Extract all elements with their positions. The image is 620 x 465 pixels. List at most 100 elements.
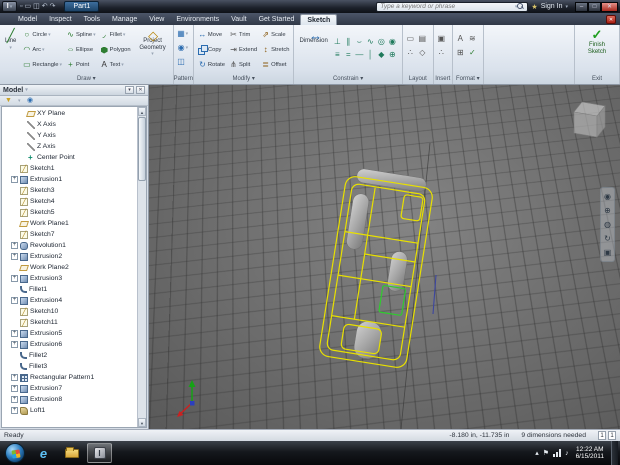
panel-label-modify[interactable]: Modify ▾: [194, 74, 294, 84]
tree-item[interactable]: + Extrusion8: [2, 394, 137, 405]
layout-tool-button[interactable]: ◇: [418, 48, 427, 58]
expand-icon[interactable]: +: [11, 253, 18, 260]
layout-tool-button[interactable]: ▤: [418, 34, 427, 44]
show-desktop-button[interactable]: [611, 441, 618, 465]
search-icon[interactable]: [517, 3, 524, 10]
tree-item[interactable]: + Center Point: [2, 152, 137, 163]
ribbon-tab[interactable]: Tools: [78, 14, 106, 25]
taskbar-inventor-button[interactable]: I: [87, 443, 112, 463]
action-center-icon[interactable]: ⚑: [543, 449, 549, 457]
tree-item[interactable]: + Y Axis: [2, 130, 137, 141]
favorites-icon[interactable]: ★: [531, 3, 537, 11]
maximize-button[interactable]: □: [588, 1, 601, 12]
constraint-button[interactable]: =: [344, 48, 353, 59]
ribbon-tab[interactable]: Inspect: [43, 14, 78, 25]
qat-icon[interactable]: ▫: [20, 1, 22, 12]
constraint-button[interactable]: ⊥: [333, 35, 342, 46]
ribbon-tab[interactable]: Manage: [106, 14, 143, 25]
tree-item[interactable]: + XY Plane: [2, 108, 137, 119]
expand-icon[interactable]: +: [11, 374, 18, 381]
pattern-tool-button[interactable]: ◫: [177, 55, 189, 69]
modify-tool-button[interactable]: ↔ Move: [197, 27, 226, 42]
constraint-button[interactable]: ⌣: [355, 35, 364, 46]
project-geometry-button[interactable]: ◇ Project Geometry ▾: [136, 27, 170, 58]
ribbon-tab[interactable]: Vault: [225, 14, 252, 25]
dimension-button[interactable]: ↔ Dimension: [297, 27, 329, 46]
format-tool-button[interactable]: ✓: [468, 48, 477, 58]
tree-item[interactable]: + Sketch3: [2, 185, 137, 196]
taskbar-clock[interactable]: 12:22 AM 6/15/2011: [573, 446, 607, 461]
qat-icon[interactable]: ↶: [42, 1, 48, 12]
expand-icon[interactable]: +: [11, 407, 18, 414]
expand-icon[interactable]: +: [11, 385, 18, 392]
panel-label-layout[interactable]: Layout: [403, 74, 433, 84]
taskbar-ie-button[interactable]: e: [31, 443, 56, 463]
ribbon-tab[interactable]: Get Started: [253, 14, 301, 25]
ribbon-tab[interactable]: Environments: [170, 14, 225, 25]
expand-icon[interactable]: +: [11, 242, 18, 249]
modify-tool-button[interactable]: ✂ Trim: [228, 27, 258, 42]
steering-wheel-icon[interactable]: ◉: [604, 190, 611, 203]
start-button[interactable]: [5, 443, 25, 463]
tree-item[interactable]: + Fillet1: [2, 284, 137, 295]
modify-tool-button[interactable]: ↕ Stretch: [260, 42, 290, 57]
close-button[interactable]: ✕: [601, 1, 618, 12]
search-input[interactable]: [377, 3, 515, 10]
scroll-up-icon[interactable]: ▲: [138, 107, 146, 116]
show-hidden-icons-icon[interactable]: ▴: [535, 449, 539, 457]
close-document-icon[interactable]: ✕: [606, 15, 616, 24]
draw-tool-button[interactable]: ○ Circle ▾: [21, 27, 63, 42]
expand-icon[interactable]: +: [11, 275, 18, 282]
insert-tool-button[interactable]: ∴: [437, 48, 446, 58]
scroll-down-icon[interactable]: ▼: [138, 418, 146, 427]
modify-tool-button[interactable]: ⋔ Split: [228, 57, 258, 72]
tree-item[interactable]: + Sketch7: [2, 229, 137, 240]
browser-undock-icon[interactable]: ▾: [125, 86, 134, 94]
panel-label-format[interactable]: Format ▾: [453, 74, 483, 84]
layout-tool-button[interactable]: ∴: [406, 48, 415, 58]
tree-item[interactable]: + Extrusion3: [2, 273, 137, 284]
format-tool-button[interactable]: A: [456, 34, 465, 44]
find-icon[interactable]: ◉: [26, 96, 35, 105]
tree-item[interactable]: + Revolution1: [2, 240, 137, 251]
zoom-icon[interactable]: ◍: [604, 218, 611, 231]
tree-item[interactable]: + Sketch5: [2, 207, 137, 218]
tree-item[interactable]: + Extrusion4: [2, 295, 137, 306]
expand-icon[interactable]: +: [11, 297, 18, 304]
tree-item[interactable]: + Loft1: [2, 405, 137, 416]
pan-icon[interactable]: ⊕: [604, 204, 611, 217]
sign-in-button[interactable]: Sign In: [541, 3, 563, 10]
format-tool-button[interactable]: ≋: [468, 34, 477, 44]
ribbon-tab[interactable]: View: [143, 14, 170, 25]
filter-icon[interactable]: ▼: [4, 96, 13, 105]
constraint-button[interactable]: ―: [355, 48, 364, 59]
sign-in-chevron-icon[interactable]: ▾: [565, 4, 568, 10]
pattern-tool-button[interactable]: ◉ ▾: [177, 41, 189, 55]
draw-tool-button[interactable]: ○ Ellipse: [65, 42, 97, 57]
modify-tool-button[interactable]: ≣ Offset: [260, 57, 290, 72]
taskbar-explorer-button[interactable]: [59, 443, 84, 463]
layout-tool-button[interactable]: ▭: [406, 34, 415, 44]
browser-close-icon[interactable]: ✕: [136, 86, 145, 94]
qat-icon[interactable]: ▭: [24, 1, 31, 12]
constraint-button[interactable]: ◎: [377, 35, 386, 46]
tree-scrollbar[interactable]: ▲ ▼: [137, 107, 146, 427]
tree-item[interactable]: + Work Plane2: [2, 262, 137, 273]
draw-tool-button[interactable]: A Text ▾: [99, 57, 133, 72]
viewport[interactable]: ◉ ⊕ ◍ ↻ ▣: [149, 85, 620, 429]
tree-item[interactable]: + Extrusion2: [2, 251, 137, 262]
modify-tool-button[interactable]: Copy: [197, 42, 226, 57]
expand-icon[interactable]: +: [11, 176, 18, 183]
modify-tool-button[interactable]: ↻ Rotate: [197, 57, 226, 72]
tree-item[interactable]: + Fillet3: [2, 361, 137, 372]
expand-icon[interactable]: +: [11, 341, 18, 348]
expand-icon[interactable]: +: [11, 396, 18, 403]
network-icon[interactable]: [553, 449, 562, 457]
draw-tool-button[interactable]: + Point: [65, 57, 97, 72]
tree-item[interactable]: + Extrusion1: [2, 174, 137, 185]
panel-label-insert[interactable]: Insert: [434, 74, 452, 84]
constraint-button[interactable]: ≡: [333, 48, 342, 59]
application-menu-button[interactable]: I ▾: [2, 1, 17, 12]
tree-item[interactable]: + Fillet2: [2, 350, 137, 361]
insert-tool-button[interactable]: ▣: [437, 34, 446, 44]
